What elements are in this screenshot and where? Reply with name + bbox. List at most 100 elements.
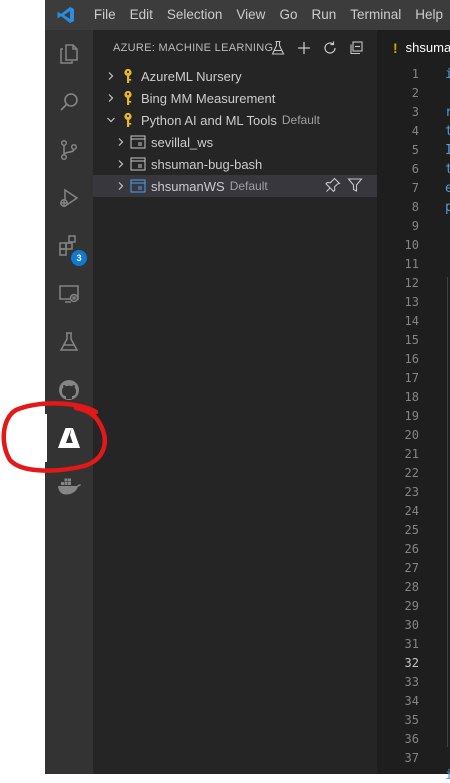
line-number: 10 [404,238,419,252]
indent-guide [447,277,448,747]
line-number: 30 [404,618,419,632]
line-number: 24 [404,504,419,518]
line-number: 16 [404,352,419,366]
warning-marker-icon: ! [393,39,398,56]
tree-item-desc: Default [229,179,268,193]
testing-flask-icon[interactable] [45,318,93,366]
menu-view[interactable]: View [229,0,272,30]
line-number: 20 [404,428,419,442]
workspace-icon [129,134,147,150]
active-indicator [45,414,47,462]
line-number: 12 [404,276,419,290]
line-number: 23 [404,485,419,499]
line-number: 8 [411,200,419,214]
chevron-right-icon[interactable] [103,68,119,84]
key-icon [119,112,137,128]
line-number: 1 [411,67,419,81]
line-number: 6 [411,162,419,176]
refresh-icon[interactable] [317,37,343,59]
extensions-icon[interactable]: 3 [45,222,93,270]
key-icon [119,68,137,84]
tree-item-label: AzureML Nursery [141,68,242,84]
tree-item-desc: Default [281,113,320,127]
line-number: 28 [404,580,419,594]
tree-item-label: sevillal_ws [151,134,214,150]
key-icon [119,90,137,106]
code-line: I [445,143,450,158]
code-line: t [445,124,450,139]
line-number: 37 [404,751,419,765]
editor-tab-label: shsuma [405,40,450,55]
sidebar-title: AZURE: MACHINE LEARNING [113,41,274,54]
menu-file[interactable]: File [87,0,123,30]
tree-item-workspace[interactable]: shsuman-bug-bash [93,153,377,175]
tree-item-workspace-selected[interactable]: shsumanWS Default [93,175,377,197]
chevron-down-icon[interactable] [103,112,119,128]
line-number: 18 [404,390,419,404]
chevron-right-icon[interactable] [113,134,129,150]
editor-tab[interactable]: ! shsuma [377,30,450,65]
activity-bar: 3 [45,30,93,774]
menu-terminal[interactable]: Terminal [343,0,408,30]
line-number: 14 [404,314,419,328]
line-number: 13 [404,295,419,309]
vscode-logo-icon [45,0,87,30]
line-number: 29 [404,599,419,613]
chevron-right-icon[interactable] [113,178,129,194]
line-number-gutter: 1 2 3 4 5 6 7 8 9 10 11 12 13 14 15 16 17 18 19 20 21 22 23 24 2… [377,65,419,768]
tree-item-label: shsuman-bug-bash [151,156,263,172]
azure-icon[interactable] [45,414,93,462]
tree-item-label: Python AI and ML Tools [141,112,277,128]
tab-bar: ! shsuma [377,30,450,65]
collapse-all-icon[interactable] [343,37,369,59]
menu-run[interactable]: Run [304,0,343,30]
workspace-icon [129,178,147,194]
chevron-right-icon[interactable] [113,156,129,172]
menu-help[interactable]: Help [408,0,450,30]
source-control-icon[interactable] [45,126,93,174]
code-line: t [445,162,450,177]
line-number: 7 [411,181,419,195]
line-number: 35 [404,713,419,727]
row-actions [325,175,363,197]
editor-area: ! shsuma 1 2 3 4 5 6 7 8 9 10 11 12 13 14 15 16 17 18 19 20… [377,30,450,783]
menu-edit[interactable]: Edit [123,0,160,30]
line-number: 3 [411,105,419,119]
chevron-right-icon[interactable] [103,90,119,106]
line-number: 22 [404,466,419,480]
code-last-line: i [445,768,450,783]
menu-go[interactable]: Go [272,0,304,30]
title-bar: File Edit Selection View Go Run Terminal Help [45,0,450,30]
pin-icon[interactable] [325,177,341,196]
line-number: 5 [411,143,419,157]
code-line: i [445,67,450,82]
menu-selection[interactable]: Selection [160,0,230,30]
tree-item-label: shsumanWS [151,178,225,194]
run-debug-icon[interactable] [45,174,93,222]
line-number: 15 [404,333,419,347]
filter-icon[interactable] [347,177,363,196]
tree-item-subscription[interactable]: Python AI and ML Tools Default [93,109,377,131]
add-icon[interactable] [291,37,317,59]
tree-item-subscription[interactable]: AzureML Nursery [93,65,377,87]
docker-icon[interactable] [45,462,93,510]
tree-item-subscription[interactable]: Bing MM Measurement [93,87,377,109]
sidebar-actions [265,30,369,65]
search-icon[interactable] [45,78,93,126]
line-number: 34 [404,694,419,708]
remote-explorer-icon[interactable] [45,270,93,318]
line-number: 17 [404,371,419,385]
code-content[interactable]: irtItep [445,65,450,217]
code-line: e [445,181,450,196]
azure-ml-sidebar: AZURE: MACHINE LEARNING AzureML Nursery … [93,30,377,774]
code-line: p [445,200,450,215]
line-number: 27 [404,561,419,575]
tree-item-workspace[interactable]: sevillal_ws [93,131,377,153]
github-icon[interactable] [45,366,93,414]
line-number: 9 [411,219,419,233]
line-number: 2 [411,86,419,100]
flask-icon[interactable] [265,37,291,59]
explorer-icon[interactable] [45,30,93,78]
vscode-window: File Edit Selection View Go Run Terminal Help [45,0,450,783]
